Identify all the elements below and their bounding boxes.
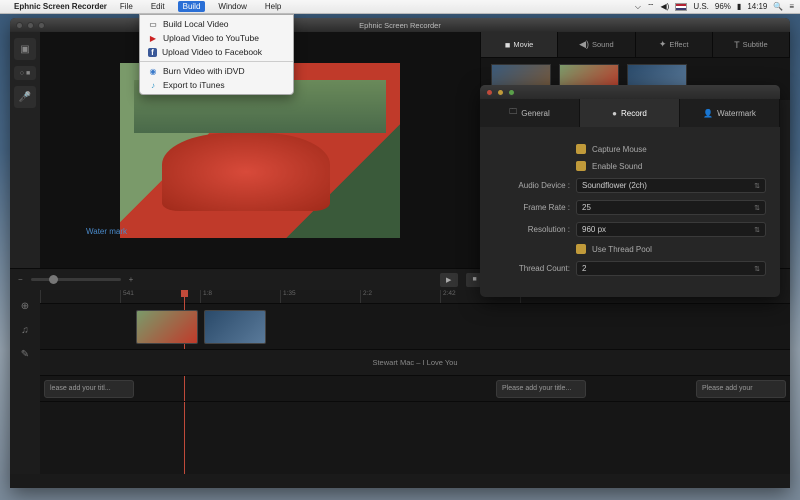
tab-general[interactable]: 🗀General (480, 99, 580, 127)
checkbox-icon (576, 244, 586, 254)
audio-track-icon[interactable]: ♫ (15, 320, 35, 340)
title-placeholder[interactable]: Please add your (696, 380, 786, 398)
resolution-select[interactable]: 960 px⇅ (576, 222, 766, 237)
notification-center-icon[interactable]: ≡ (789, 2, 794, 11)
menu-item-burn-idvd[interactable]: ◉Burn Video with iDVD (140, 64, 293, 78)
menu-help[interactable]: Help (260, 1, 286, 12)
record-icon: ● (612, 109, 617, 118)
input-source-icon[interactable] (675, 3, 687, 11)
tab-record[interactable]: ●Record (580, 99, 680, 127)
settings-tabs: 🗀General ●Record 👤Watermark (480, 99, 780, 127)
film-icon: ▭ (148, 19, 158, 29)
checkbox-icon (576, 161, 586, 171)
mic-tool-icon[interactable]: 🎤 (14, 86, 36, 108)
video-clip[interactable] (204, 310, 266, 344)
audio-clip-label: Stewart Mac – I Love You (372, 358, 457, 367)
zoom-out-icon[interactable]: − (18, 275, 23, 284)
battery-icon[interactable]: ▮ (737, 2, 741, 11)
window-title: Ephnic Screen Recorder (359, 21, 441, 30)
tab-watermark[interactable]: 👤Watermark (680, 99, 780, 127)
zoom-slider[interactable] (31, 278, 121, 281)
record-tool-icon[interactable]: ○ ■ (14, 66, 36, 80)
person-icon: 👤 (703, 109, 713, 118)
sound-icon: ◀) (579, 39, 589, 50)
input-locale[interactable]: U.S. (693, 2, 709, 11)
minimize-button[interactable] (27, 22, 34, 29)
edit-track-icon[interactable]: ✎ (15, 344, 35, 364)
menu-edit[interactable]: Edit (146, 1, 170, 12)
menu-build[interactable]: Build (178, 1, 206, 12)
title-placeholder[interactable]: Please add your title... (496, 380, 586, 398)
minimize-button[interactable] (497, 89, 504, 96)
panel-tabs: ■Movie ◀)Sound ✦Effect TSubtitle (481, 32, 790, 58)
app-name[interactable]: Ephnic Screen Recorder (14, 2, 107, 11)
settings-titlebar (480, 85, 780, 99)
clock[interactable]: 14:19 (747, 2, 767, 11)
bluetooth-icon[interactable]: ⌵ (635, 2, 641, 12)
menu-window[interactable]: Window (213, 1, 251, 12)
zoom-button[interactable] (508, 89, 515, 96)
checkbox-enable-sound[interactable]: Enable Sound (494, 161, 766, 171)
tab-subtitle[interactable]: TSubtitle (713, 32, 790, 57)
chevron-updown-icon: ⇅ (754, 265, 760, 273)
menu-separator (140, 61, 293, 62)
chevron-updown-icon: ⇅ (754, 204, 760, 212)
checkbox-capture-mouse[interactable]: Capture Mouse (494, 144, 766, 154)
audio-device-label: Audio Device : (494, 181, 576, 190)
subtitle-icon: T (734, 40, 740, 50)
menu-item-build-local[interactable]: ▭Build Local Video (140, 17, 293, 31)
title-placeholder[interactable]: lease add your titl... (44, 380, 134, 398)
play-button[interactable]: ▶ (440, 273, 458, 287)
zoom-button[interactable] (38, 22, 45, 29)
chevron-updown-icon: ⇅ (754, 226, 760, 234)
close-button[interactable] (486, 89, 493, 96)
itunes-icon: ♪ (148, 80, 158, 90)
system-menubar: Ephnic Screen Recorder File Edit Build W… (0, 0, 800, 14)
title-track[interactable]: lease add your titl... Please add your t… (40, 376, 790, 402)
briefcase-icon: 🗀 (509, 106, 517, 120)
camera-tool-icon[interactable]: ▣ (14, 38, 36, 60)
volume-icon[interactable]: ◀) (661, 2, 670, 11)
chevron-updown-icon: ⇅ (754, 182, 760, 190)
thread-count-select[interactable]: 2⇅ (576, 261, 766, 276)
facebook-icon: f (148, 48, 157, 57)
spotlight-icon[interactable]: 🔍 (773, 2, 783, 11)
frame-rate-label: Frame Rate : (494, 203, 576, 212)
watermark-label: Water mark (86, 227, 127, 236)
timeline-tracks: 5411:81:352:22:423:16 Stewart Mac – I Lo… (40, 290, 790, 474)
video-track-icon[interactable]: ⊕ (15, 296, 35, 316)
effect-icon: ✦ (659, 39, 667, 50)
tab-sound[interactable]: ◀)Sound (558, 32, 635, 57)
frame-rate-select[interactable]: 25⇅ (576, 200, 766, 215)
menu-item-upload-facebook[interactable]: fUpload Video to Facebook (140, 45, 293, 59)
app-titlebar: Ephnic Screen Recorder (10, 18, 790, 32)
menu-item-export-itunes[interactable]: ♪Export to iTunes (140, 78, 293, 92)
timeline: ⊕ ♫ ✎ 5411:81:352:22:423:16 Stewart Mac … (10, 290, 790, 474)
menu-file[interactable]: File (115, 1, 138, 12)
wifi-icon[interactable]: ⌔ (647, 2, 655, 12)
settings-panel: 🗀General ●Record 👤Watermark Capture Mous… (480, 85, 780, 297)
movie-icon: ■ (505, 40, 510, 50)
tab-effect[interactable]: ✦Effect (636, 32, 713, 57)
thread-count-label: Thread Count: (494, 264, 576, 273)
close-button[interactable] (16, 22, 23, 29)
video-track[interactable] (40, 304, 790, 350)
checkbox-icon (576, 144, 586, 154)
dvd-icon: ◉ (148, 66, 158, 76)
checkbox-thread-pool[interactable]: Use Thread Pool (494, 244, 766, 254)
zoom-in-icon[interactable]: + (129, 275, 134, 284)
menu-item-upload-youtube[interactable]: ▶Upload Video to YouTube (140, 31, 293, 45)
video-clip[interactable] (136, 310, 198, 344)
window-controls (16, 22, 45, 29)
resolution-label: Resolution : (494, 225, 576, 234)
left-toolbar: ▣ ○ ■ 🎤 (10, 32, 40, 268)
battery-percent[interactable]: 96% (715, 2, 731, 11)
timeline-toolbar: ⊕ ♫ ✎ (10, 290, 40, 474)
youtube-icon: ▶ (148, 33, 158, 43)
build-menu-dropdown: ▭Build Local Video ▶Upload Video to YouT… (139, 14, 294, 95)
tab-movie[interactable]: ■Movie (481, 32, 558, 57)
audio-track[interactable]: Stewart Mac – I Love You (40, 350, 790, 376)
audio-device-select[interactable]: Soundflower (2ch)⇅ (576, 178, 766, 193)
